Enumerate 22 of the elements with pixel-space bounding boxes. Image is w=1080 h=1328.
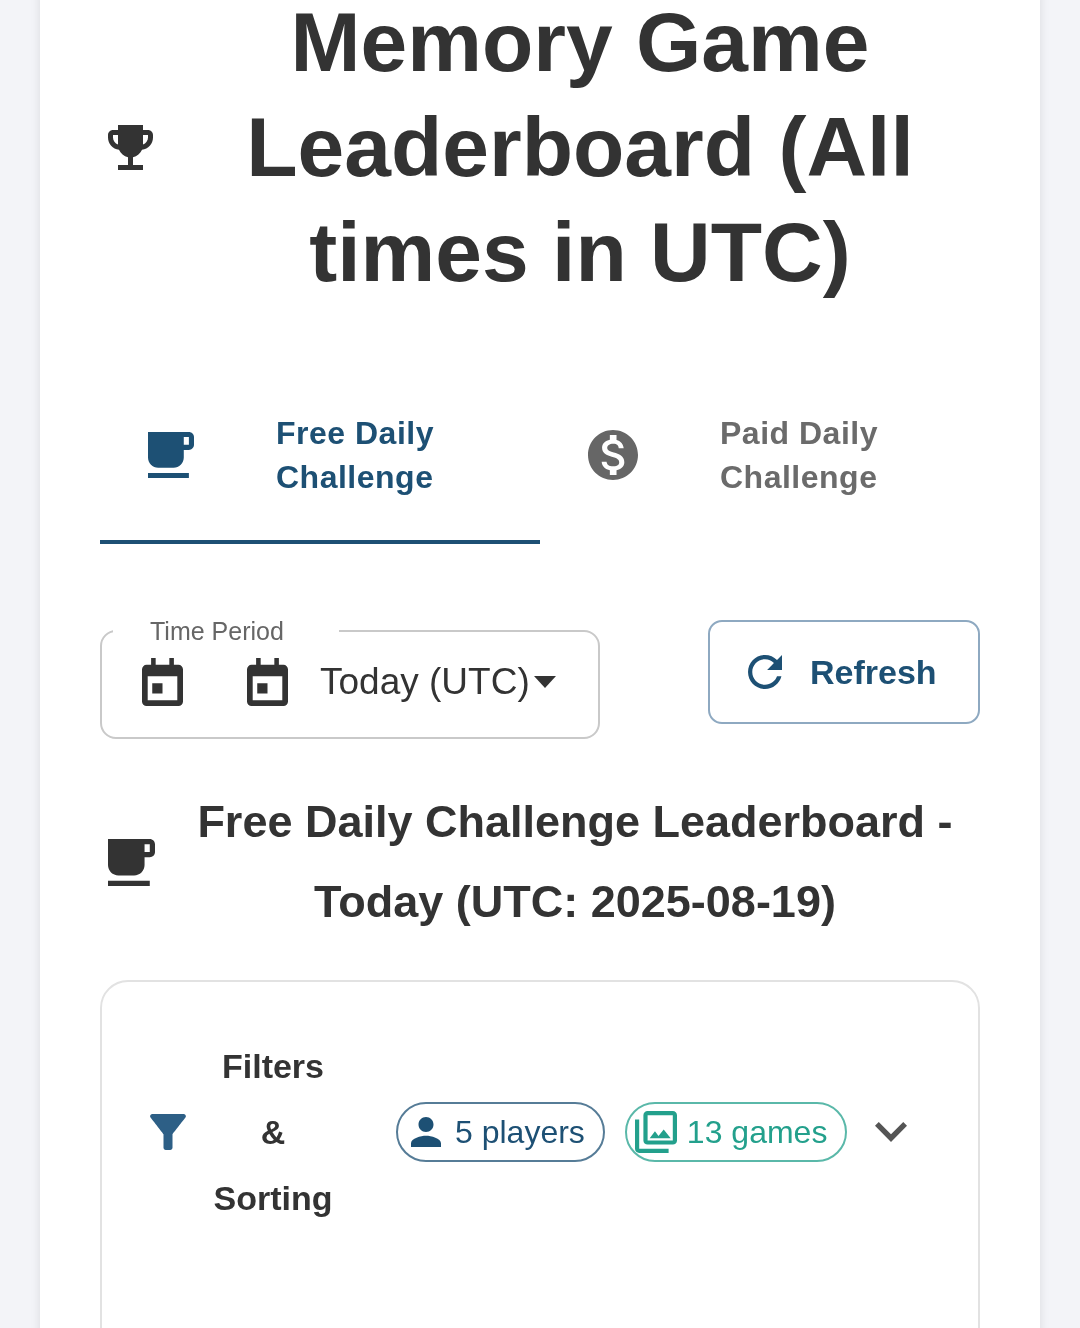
caret-icon[interactable] [533,676,556,688]
tab[interactable]: Free Daily Challenge [100,381,540,544]
select-value: Today (UTC) [320,660,530,704]
cup-icon [108,838,155,886]
calendar-icon [142,658,183,706]
cup-icon [148,432,194,478]
refresh-button[interactable]: Refresh [708,620,980,724]
field-label: Time Period [150,617,284,645]
chevron-down-icon[interactable] [875,1122,908,1142]
image-stack-icon [634,1111,677,1153]
filters-title[interactable]: Filters & Sorting [208,1033,338,1231]
person-icon [411,1117,441,1147]
chip-label: 13 games [686,1113,828,1151]
dollar-coin-icon [588,430,638,480]
page-title: Memory Game Leaderboard (All times in UTC) [245,0,915,301]
refresh-icon [748,655,782,689]
chip-label: 5 players [455,1113,585,1151]
filter-icon [150,1114,186,1150]
tab[interactable]: Paid Daily Challenge [540,381,980,544]
trophy-icon [108,125,153,170]
calendar-icon [247,658,288,706]
leaderboard-heading: Free Daily Challenge Leaderboard - Today (UTC: 2025-08-19) [196,795,954,929]
